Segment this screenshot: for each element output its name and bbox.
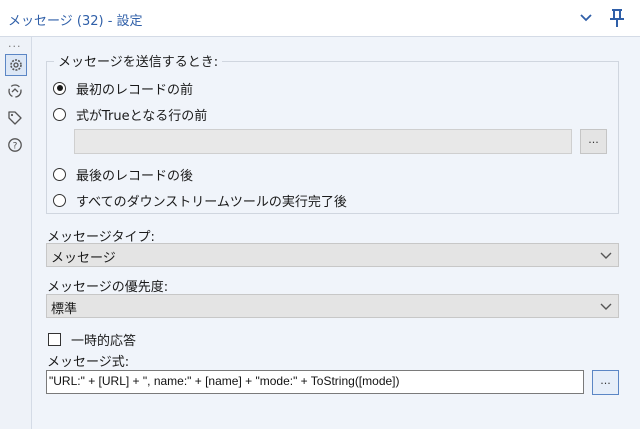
transient-checkbox[interactable] (48, 333, 61, 346)
radio-after-last-record[interactable]: 最後のレコードの後 (53, 165, 194, 184)
message-expression-value: "URL:" + [URL] + ", name:" + [name] + "m… (49, 374, 400, 388)
priority-value: 標準 (51, 302, 78, 317)
radio-button[interactable] (53, 193, 66, 207)
condition-ellipsis-button[interactable]: ... (580, 129, 607, 154)
expression-ellipsis-button[interactable]: ... (592, 370, 619, 395)
sidebar-item-help[interactable]: ? (5, 135, 27, 157)
chevron-down-icon (600, 252, 612, 259)
gear-icon (10, 59, 22, 71)
title-bar: メッセージ (32) - 設定 (0, 0, 640, 37)
radio-after-all-downstream[interactable]: すべてのダウンストリームツールの実行完了後 (53, 191, 347, 210)
radio-button[interactable] (53, 81, 66, 95)
radio-label: すべてのダウンストリームツールの実行完了後 (76, 194, 347, 210)
message-type-value: メッセージ (51, 251, 116, 266)
pin-icon[interactable] (608, 8, 626, 28)
radio-before-true-row[interactable]: 式がTrueとなる行の前 (53, 105, 208, 124)
radio-label: 最後のレコードの後 (76, 168, 194, 184)
sidebar-item-configuration[interactable] (5, 54, 27, 76)
radio-label: 式がTrueとなる行の前 (76, 108, 208, 124)
priority-label: メッセージの優先度: (47, 280, 169, 295)
sidebar-item-annotation[interactable] (5, 108, 27, 130)
chevron-down-icon (600, 303, 612, 310)
transient-checkbox-row[interactable]: 一時的応答 (48, 330, 136, 349)
radio-button[interactable] (53, 107, 66, 121)
message-expression-input[interactable]: "URL:" + [URL] + ", name:" + [name] + "m… (46, 370, 584, 394)
expression-label: メッセージ式: (47, 355, 130, 370)
transient-label: 一時的応答 (71, 334, 137, 349)
radio-before-first-record[interactable]: 最初のレコードの前 (53, 79, 194, 98)
help-icon: ? (8, 138, 22, 152)
sidebar: ... ? (0, 37, 32, 429)
message-type-select[interactable]: メッセージ (46, 243, 619, 267)
tag-icon (8, 111, 22, 125)
radio-button[interactable] (53, 167, 66, 181)
connection-icon (8, 84, 22, 98)
send-when-legend: メッセージを送信するとき: (54, 51, 223, 70)
radio-label: 最初のレコードの前 (76, 82, 194, 98)
window-title: メッセージ (32) - 設定 (8, 14, 143, 29)
sidebar-overflow[interactable]: ... (8, 37, 22, 50)
sidebar-item-connections[interactable] (5, 81, 27, 103)
chevron-down-icon[interactable] (578, 11, 594, 25)
priority-select[interactable]: 標準 (46, 294, 619, 318)
condition-expression-field[interactable] (74, 129, 572, 154)
svg-text:?: ? (13, 142, 18, 152)
